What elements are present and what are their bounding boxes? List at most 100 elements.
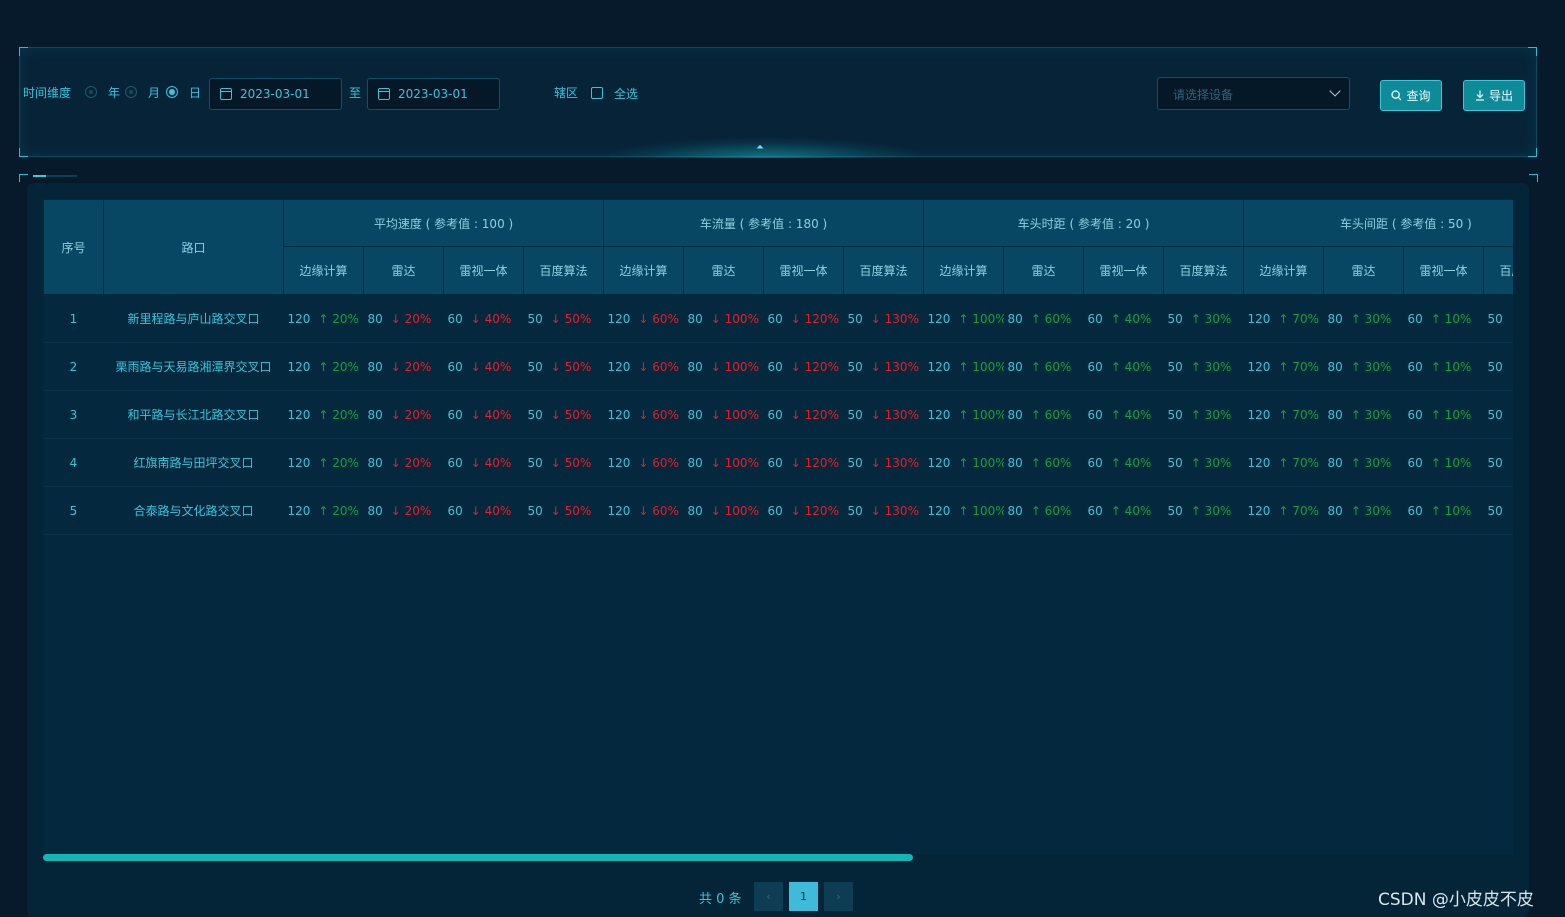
pager-prev-button[interactable]: ‹ <box>754 882 783 911</box>
metric-change: ↑ 10% <box>1430 407 1472 422</box>
metric-value: 60 <box>447 359 463 374</box>
select-all-label[interactable]: 全选 <box>614 86 638 102</box>
metric-cell: 120 ↑ 70% <box>1243 486 1324 535</box>
collapse-up-icon[interactable]: ⏶ <box>756 143 764 153</box>
pager-next-button[interactable]: › <box>824 882 853 911</box>
metric-change: ↓ 20% <box>390 503 432 518</box>
metric-cell: 50 <box>1483 390 1513 439</box>
metric-cell: 80 ↑ 60% <box>1003 390 1084 439</box>
metric-change: ↓ 20% <box>390 455 432 470</box>
table-row[interactable]: 5 合泰路与文化路交叉口 120 ↑ 20% 80 ↓ 20% 60 ↓ 40% 50 ↓ 50%… <box>43 486 1513 535</box>
metric-change: ↑ 20% <box>318 503 359 518</box>
metric-change: ↑ 40% <box>1110 311 1152 326</box>
collapse-handle[interactable] <box>610 138 920 158</box>
metric-value: 80 <box>1007 503 1023 518</box>
metric-value: 50 <box>1167 359 1183 374</box>
metric-change: ↑ 40% <box>1110 359 1152 374</box>
metric-value: 120 <box>1247 407 1271 422</box>
metric-value: 120 <box>607 503 631 518</box>
horizontal-scrollbar[interactable] <box>43 854 913 861</box>
header-group-headway-time: 车头时距 ( 参考值 : 20 ) <box>923 199 1245 247</box>
metric-change: ↓ 130% <box>870 359 919 374</box>
metric-change: ↑ 70% <box>1278 455 1319 470</box>
metric-cell: 60 ↑ 10% <box>1403 486 1484 535</box>
metric-change: ↓ 100% <box>710 407 759 422</box>
metric-value: 50 <box>847 455 863 470</box>
metric-value: 120 <box>607 359 631 374</box>
metric-change: ↑ 10% <box>1430 503 1472 518</box>
metric-value: 120 <box>607 407 631 422</box>
metric-cell: 50 <box>1483 438 1513 487</box>
query-button-label: 查询 <box>1406 89 1431 103</box>
table-body: 1 新里程路与庐山路交叉口 120 ↑ 20% 80 ↓ 20% 60 ↓ 40% 50 ↓ 50… <box>43 294 1513 535</box>
table-row[interactable]: 4 红旗南路与田坪交叉口 120 ↑ 20% 80 ↓ 20% 60 ↓ 40% 50 ↓ 50%… <box>43 438 1513 487</box>
metric-cell: 60 ↑ 10% <box>1403 342 1484 391</box>
metric-change: ↑ 100% <box>958 407 1004 422</box>
radio-year[interactable] <box>85 86 97 98</box>
title-decoration <box>33 175 77 177</box>
pager-page-1[interactable]: 1 <box>789 882 818 911</box>
metric-cell: 120 ↑ 20% <box>283 486 364 535</box>
radio-year-label[interactable]: 年 <box>108 85 120 101</box>
radio-day[interactable] <box>166 86 178 98</box>
metric-value: 60 <box>447 503 463 518</box>
sub-header-cell: 百度算法 <box>843 246 925 295</box>
metric-cell: 80 ↓ 20% <box>363 486 444 535</box>
table-row[interactable]: 2 栗雨路与天易路湘潭界交叉口 120 ↑ 20% 80 ↓ 20% 60 ↓ 40% 50 ↓ … <box>43 342 1513 391</box>
sub-header-cell: 雷视一体 <box>1403 246 1485 295</box>
metric-cell: 60 ↓ 40% <box>443 294 524 343</box>
metric-cell: 80 ↓ 20% <box>363 294 444 343</box>
metric-change: ↓ 50% <box>550 407 592 422</box>
sub-header-cell: 边缘计算 <box>603 246 685 295</box>
query-button[interactable]: 查询 <box>1380 80 1442 111</box>
date-end-input[interactable]: 2023-03-01 <box>367 78 500 110</box>
table-row[interactable]: 3 和平路与长江北路交叉口 120 ↑ 20% 80 ↓ 20% 60 ↓ 40% 50 ↓ 50… <box>43 390 1513 439</box>
corner-decoration <box>1528 47 1537 56</box>
header-group-avg-speed: 平均速度 ( 参考值 : 100 ) <box>282 199 605 247</box>
metric-change: ↓ 50% <box>550 503 592 518</box>
metric-value: 80 <box>1327 503 1343 518</box>
metric-value: 50 <box>1167 311 1183 326</box>
export-button[interactable]: 导出 <box>1463 80 1525 111</box>
metric-value: 120 <box>1247 311 1271 326</box>
data-table-container[interactable]: 序号 路口 平均速度 ( 参考值 : 100 ) 车流量 ( 参考值 : 180… <box>43 199 1513 854</box>
metric-cell: 120 ↑ 20% <box>283 342 364 391</box>
metric-cell: 50 <box>1483 342 1513 391</box>
metric-change: ↑ 10% <box>1430 455 1472 470</box>
radio-month[interactable] <box>125 86 137 98</box>
metric-change: ↑ 100% <box>958 455 1004 470</box>
select-all-checkbox[interactable] <box>591 87 603 99</box>
chevron-right-icon: › <box>836 890 841 903</box>
search-icon <box>1391 90 1402 101</box>
metric-cell: 60 ↓ 120% <box>763 438 844 487</box>
metric-cell: 80 ↓ 100% <box>683 390 764 439</box>
row-road-name: 新里程路与庐山路交叉口 <box>103 294 284 343</box>
corner-decoration <box>1529 174 1538 182</box>
metric-value: 80 <box>687 503 703 518</box>
date-start-input[interactable]: 2023-03-01 <box>209 78 342 110</box>
date-separator: 至 <box>349 86 362 100</box>
metric-value: 120 <box>607 311 631 326</box>
metric-cell: 80 ↑ 60% <box>1003 438 1084 487</box>
metric-cell: 120 ↑ 100% <box>923 438 1004 487</box>
metric-cell: 80 ↑ 30% <box>1323 486 1404 535</box>
metric-change: ↑ 30% <box>1190 311 1232 326</box>
metric-cell: 50 ↓ 130% <box>843 294 924 343</box>
row-index: 3 <box>43 390 104 439</box>
metric-value: 60 <box>767 503 783 518</box>
metric-value: 120 <box>1247 503 1271 518</box>
device-select[interactable]: 请选择设备 <box>1157 77 1350 110</box>
metric-value: 60 <box>1087 503 1103 518</box>
metric-cell: 80 ↓ 20% <box>363 342 444 391</box>
table-row[interactable]: 1 新里程路与庐山路交叉口 120 ↑ 20% 80 ↓ 20% 60 ↓ 40% 50 ↓ 50… <box>43 294 1513 343</box>
metric-value: 60 <box>767 311 783 326</box>
metric-value: 60 <box>1407 359 1423 374</box>
metric-cell: 120 ↓ 60% <box>603 390 684 439</box>
metric-change: ↑ 30% <box>1190 359 1232 374</box>
metric-cell: 60 ↓ 120% <box>763 342 844 391</box>
metric-value: 120 <box>287 455 311 470</box>
metric-change: ↑ 30% <box>1350 503 1392 518</box>
metric-value: 80 <box>367 503 383 518</box>
radio-month-label[interactable]: 月 <box>148 85 160 101</box>
radio-day-label[interactable]: 日 <box>189 85 201 101</box>
